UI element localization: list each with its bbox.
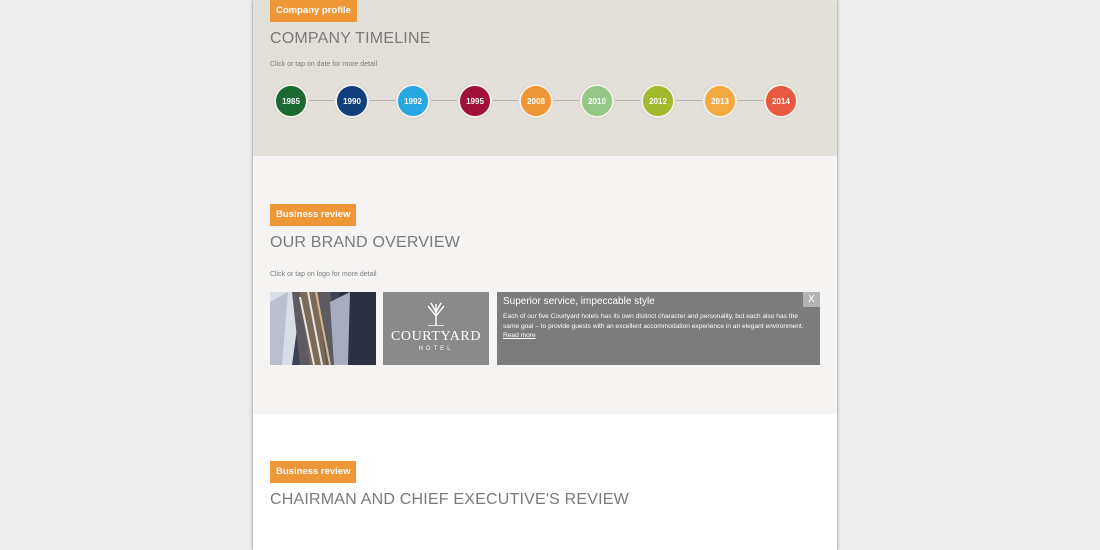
timeline-year-2010[interactable]: 2010 (580, 84, 614, 118)
brand-photo-tile[interactable] (270, 292, 376, 365)
company-timeline-section: Company profile COMPANY TIMELINE Click o… (253, 0, 837, 156)
timeline-year-1990[interactable]: 1990 (335, 84, 369, 118)
courtyard-logo-text: COURTYARD (390, 329, 482, 344)
courtyard-logo-tile[interactable]: COURTYARD HOTEL (383, 292, 489, 365)
timeline-year-2012[interactable]: 2012 (641, 84, 675, 118)
timeline-year-2013[interactable]: 2013 (703, 84, 737, 118)
close-button[interactable]: X (803, 292, 820, 307)
page: Company profile COMPANY TIMELINE Click o… (253, 0, 837, 550)
timeline-year-1985[interactable]: 1985 (274, 84, 308, 118)
brand-overview-section: Business review OUR BRAND OVERVIEW Click… (253, 156, 837, 414)
suit-tie-image (270, 292, 376, 365)
tree-logo-icon (427, 302, 445, 326)
timeline: 1985 1990 1992 1995 2008 2010 2012 2013 … (274, 84, 801, 118)
courtyard-logo-subtext: HOTEL (418, 346, 454, 352)
brand-overview-hint: Click or tap on logo for more detail (270, 271, 377, 278)
timeline-hint: Click or tap on date for more detail (270, 61, 377, 68)
timeline-year-1992[interactable]: 1992 (396, 84, 430, 118)
timeline-year-1995[interactable]: 1995 (458, 84, 492, 118)
business-review-tag-2[interactable]: Business review (270, 461, 357, 483)
business-review-tag[interactable]: Business review (270, 204, 357, 226)
timeline-year-2014[interactable]: 2014 (764, 84, 798, 118)
chairman-review-section: Business review CHAIRMAN AND CHIEF EXECU… (253, 414, 837, 550)
read-more-link[interactable]: Read more (503, 332, 536, 339)
chairman-review-heading: CHAIRMAN AND CHIEF EXECUTIVE'S REVIEW (270, 491, 629, 508)
brand-overview-heading: OUR BRAND OVERVIEW (270, 234, 460, 251)
brand-info-text: Each of our five Courtyard hotels has it… (503, 313, 804, 330)
timeline-heading: COMPANY TIMELINE (270, 30, 431, 47)
brand-info-body: Each of our five Courtyard hotels has it… (503, 312, 811, 341)
company-profile-tag[interactable]: Company profile (270, 0, 357, 22)
timeline-year-2008[interactable]: 2008 (519, 84, 553, 118)
brand-info-title: Superior service, impeccable style (503, 296, 655, 307)
brand-info-panel: Superior service, impeccable style Each … (497, 292, 820, 365)
